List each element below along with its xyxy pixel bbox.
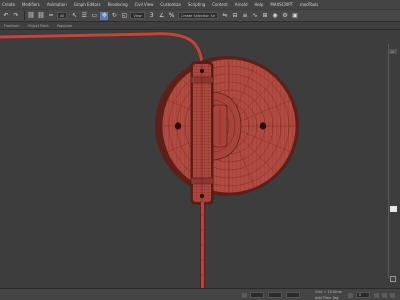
orbit-icon[interactable] [390,276,396,282]
frame-field[interactable]: 0 [356,292,370,298]
menu-create[interactable]: Create [2,2,15,7]
maximize-viewport-icon[interactable]: ▭ [388,49,397,54]
menu-arnold[interactable]: Arnold [235,2,248,7]
menu-content[interactable]: Content [212,2,228,7]
material-editor-icon[interactable]: ◉ [271,12,279,20]
z-coordinate-field[interactable] [286,292,300,298]
menu-help[interactable]: Help [254,2,263,7]
rectangle-selection-icon[interactable]: ▭ [90,12,98,20]
unlink-icon[interactable]: ⛓ [37,12,45,20]
x-coordinate-field[interactable] [250,292,264,298]
menu-modifiers[interactable]: Modifiers [22,2,40,7]
move-icon[interactable]: ✥ [100,11,109,20]
set-key-icon[interactable] [348,293,353,298]
screw-hole-right [259,122,267,130]
menu-scripting[interactable]: Scripting [188,2,205,7]
grid-size-label: Grid = 10.0mm [315,290,343,294]
link-icon[interactable]: ⛓ [27,12,35,20]
lock-selection-icon[interactable] [242,293,247,298]
menu-customize[interactable]: Customize [160,2,181,7]
rotate-icon[interactable]: ↻ [110,12,118,20]
perspective-viewport[interactable]: ▭ ✛ [0,30,400,288]
menu-modtools[interactable]: modTools [300,2,318,7]
toolbar-separator [24,11,25,20]
curve-editor-icon[interactable]: ∿ [251,12,259,20]
select-by-name-icon[interactable]: ☰ [80,12,88,20]
3d-scene [0,31,299,288]
redo-icon[interactable]: ↷ [12,12,20,20]
menu-maxscript[interactable]: MAXSCRIPT [270,2,293,7]
selection-filter-dropdown[interactable]: All [57,12,68,19]
play-animation-icon[interactable] [374,293,379,298]
bottom-rod [200,202,205,288]
next-frame-icon[interactable] [382,293,387,298]
menu-graph-editors[interactable]: Graph Editors [74,2,101,7]
percent-snap-icon[interactable]: % [168,12,176,20]
viewcube-icon[interactable] [390,206,397,212]
menu-rendering[interactable]: Rendering [108,2,128,7]
ribbon-tab-freeform[interactable]: Freeform [4,24,20,28]
schematic-icon[interactable]: ⊞ [261,12,269,20]
status-bar: Grid = 10.0mm Add Time Tag 0 [0,288,400,300]
main-toolbar: ↶ ↷ ⛓ ⛓ ≈ All ↖ ☰ ▭ ✥ ↻ ◱ View 3 ∠ % Cre… [0,9,400,22]
reference-coordinate-dropdown[interactable]: View [130,12,145,19]
screw-hole-left [174,122,182,130]
named-selection-set-dropdown[interactable]: Create Selection Se [177,12,219,19]
align-icon[interactable]: ⊟ [231,12,239,20]
angle-snap-icon[interactable]: ∠ [158,12,166,20]
ribbon-tab-object-paint[interactable]: Object Paint [28,24,49,28]
ribbon-tabs: Freeform Object Paint Populate [0,22,400,30]
menu-civil-view[interactable]: Civil View [135,2,154,7]
render-icon[interactable]: ▣ [291,12,299,20]
menu-bar: Create Modifiers Animation Graph Editors Ren… [0,0,400,9]
time-config-icon[interactable] [390,293,395,298]
add-time-tag-button[interactable]: Add Time Tag [315,296,339,300]
undo-icon[interactable]: ↶ [2,12,10,20]
viewport-edge [388,44,398,278]
select-object-icon[interactable]: ↖ [70,12,78,20]
layer-icon[interactable]: ≡ [241,12,249,20]
ribbon-tab-populate[interactable]: Populate [57,24,72,28]
y-coordinate-field[interactable] [268,292,282,298]
snap-icon[interactable]: 3 [148,12,156,20]
bind-icon[interactable]: ≈ [47,12,55,20]
menu-animation[interactable]: Animation [47,2,67,7]
scale-icon[interactable]: ◱ [120,12,128,20]
render-setup-icon[interactable]: ⚙ [281,12,289,20]
top-pipe [0,31,205,65]
mirror-icon[interactable]: ⇋ [221,12,229,20]
